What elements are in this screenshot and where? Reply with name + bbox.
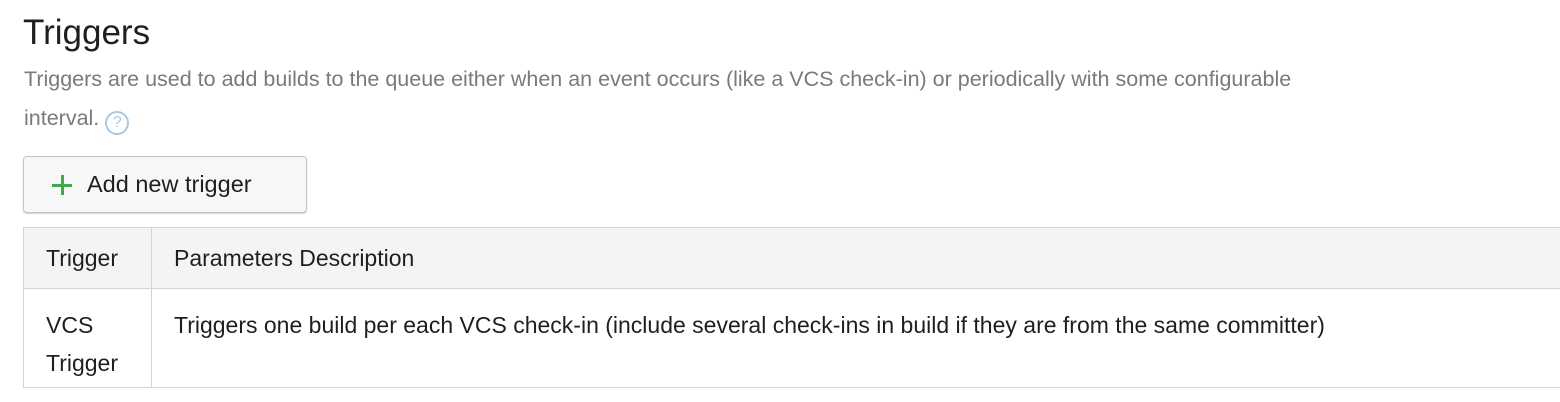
section-description: Triggers are used to add builds to the q… (24, 60, 1314, 138)
page-title: Triggers (23, 13, 151, 52)
column-header-trigger: Trigger (23, 227, 152, 289)
help-icon[interactable]: ? (105, 111, 130, 135)
column-header-parameters-description: Parameters Description (151, 227, 1560, 289)
plus-icon (51, 174, 73, 196)
triggers-page: Triggers Triggers are used to add builds… (0, 0, 1560, 402)
trigger-name-cell[interactable]: VCS Trigger (23, 288, 152, 388)
triggers-table: Trigger Parameters Description VCS Trigg… (23, 227, 1560, 388)
trigger-description-cell[interactable]: Triggers one build per each VCS check-in… (151, 288, 1560, 388)
description-text: Triggers are used to add builds to the q… (24, 67, 1292, 130)
table-header-row: Trigger Parameters Description (23, 227, 1560, 289)
table-row[interactable]: VCS Trigger Triggers one build per each … (23, 288, 1560, 388)
add-new-trigger-label: Add new trigger (87, 171, 252, 197)
add-new-trigger-button[interactable]: Add new trigger (23, 156, 307, 213)
